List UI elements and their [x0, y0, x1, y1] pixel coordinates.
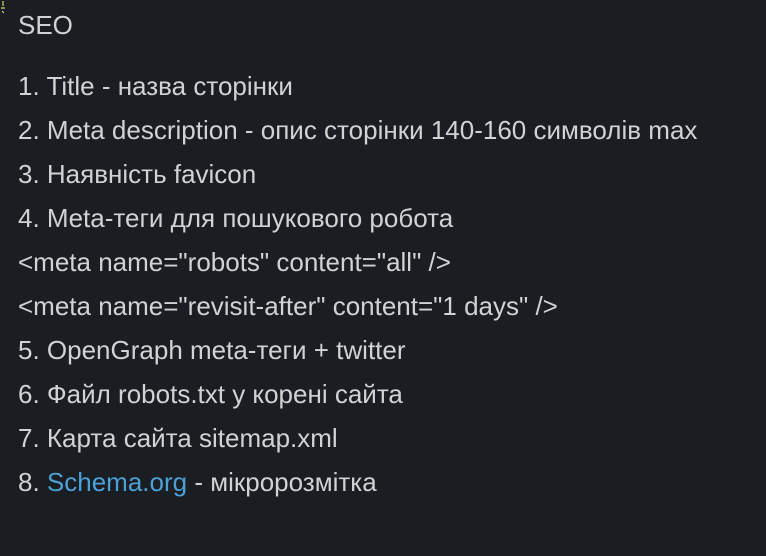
message-title: SEO — [18, 10, 73, 40]
code-line: <meta name="revisit-after" content="1 da… — [18, 291, 558, 321]
checklist-item: 4. Meta-теги для пошукового робота — [18, 203, 454, 233]
corner-mark-icon — [1, 1, 5, 14]
checklist-item: 5. OpenGraph meta-теги + twitter — [18, 335, 406, 365]
item-prefix: 8. — [18, 467, 47, 497]
checklist-item: 6. Файл robots.txt у корені сайта — [18, 379, 403, 409]
checklist-item: 1. Title - назва сторінки — [18, 71, 293, 101]
checklist-item: 2. Meta description - опис сторінки 140-… — [18, 115, 698, 145]
message-body: SEO 1. Title - назва сторінки 2. Meta de… — [18, 0, 758, 504]
schema-org-link[interactable]: Schema.org — [47, 467, 187, 497]
checklist-item-last: 8. Schema.org - мікророзмітка — [18, 460, 758, 504]
seo-checklist: 1. Title - назва сторінки 2. Meta descri… — [18, 64, 758, 504]
checklist-item: 7. Карта сайта sitemap.xml — [18, 423, 338, 453]
code-line: <meta name="robots" content="all" /> — [18, 247, 451, 277]
item-suffix: - мікророзмітка — [187, 467, 377, 497]
checklist-item: 3. Наявність favicon — [18, 159, 257, 189]
